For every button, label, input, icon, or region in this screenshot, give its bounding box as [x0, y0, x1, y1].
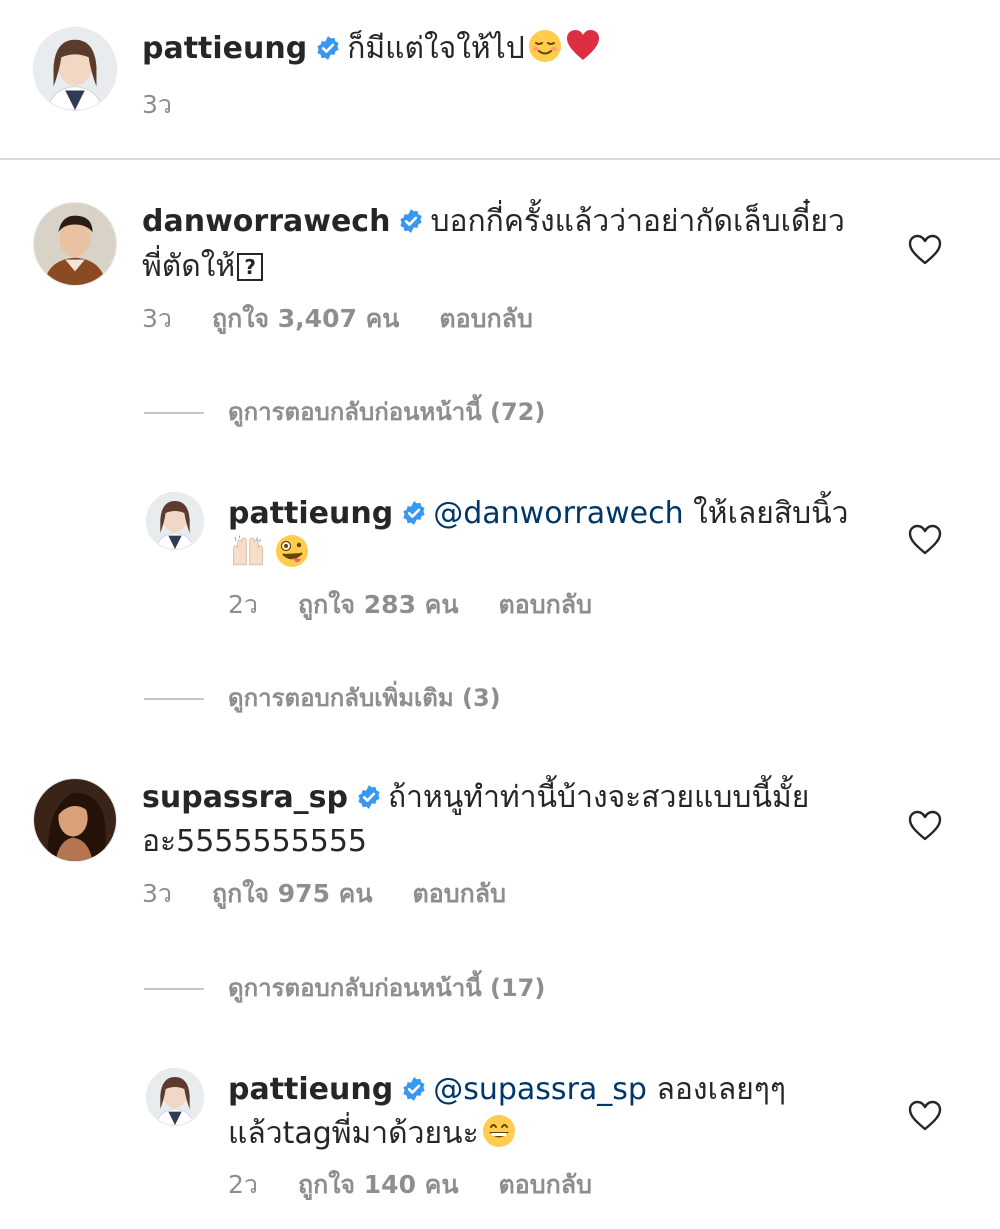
reply-1-meta: 2ว ถูกใจ 283 คน ตอบกลับ: [228, 588, 632, 622]
comment-1-reply-button[interactable]: ตอบกลับ: [439, 302, 532, 336]
reply-2-time: 2ว: [228, 1170, 258, 1199]
reply-2-line-1: pattieung @supassra_sp ลองเลยๆๆ: [228, 1068, 786, 1112]
reply-dash: [144, 698, 204, 700]
caption-line: pattieung ก็มีแต่ใจให้ไป: [142, 27, 601, 71]
red-heart-emoji-icon: [565, 28, 601, 64]
reply-2-username[interactable]: pattieung: [228, 1072, 393, 1107]
comment-1-text-line-1: บอกกี่ครั้งแล้วว่าอย่ากัดเล็บเดี๋ยว: [430, 204, 845, 239]
comment-2-reply-button[interactable]: ตอบกลับ: [413, 877, 506, 911]
avatar-danworrawech[interactable]: [33, 202, 117, 286]
view-replies-label: ดูการตอบกลับก่อนหน้านี้ (72): [228, 398, 546, 426]
reply-2-meta: 2ว ถูกใจ 140 คน ตอบกลับ: [228, 1168, 632, 1202]
verified-badge-icon: [356, 784, 382, 810]
comment-2-username[interactable]: supassra_sp: [142, 780, 348, 815]
reply-2-likes[interactable]: ถูกใจ 140 คน: [298, 1168, 459, 1202]
relieved-face-emoji-icon: [527, 28, 563, 64]
comment-1-view-more-replies[interactable]: ดูการตอบกลับเพิ่มเติม (3): [144, 681, 501, 715]
unsupported-glyph-icon: ?: [237, 253, 264, 281]
view-replies-label: ดูการตอบกลับเพิ่มเติม (3): [228, 684, 501, 712]
comment-2-meta: 3ว ถูกใจ 975 คน ตอบกลับ: [142, 877, 546, 911]
comment-2-line-2: อะ5555555555: [142, 820, 367, 864]
reply-1-time: 2ว: [228, 590, 258, 619]
grinning-face-emoji-icon: [481, 1113, 517, 1149]
avatar-supassra_sp[interactable]: [33, 778, 117, 862]
heart-outline-icon[interactable]: [908, 234, 942, 266]
caption-meta: 3ว: [142, 88, 212, 122]
verified-badge-icon: [401, 1076, 427, 1102]
reply-2-mention[interactable]: @supassra_sp: [433, 1072, 647, 1107]
reply-1-likes[interactable]: ถูกใจ 283 คน: [298, 588, 459, 622]
reply-2-text-line-2: แล้วtagพี่มาด้วยนะ: [228, 1116, 479, 1151]
caption-text: ก็มีแต่ใจให้ไป: [347, 31, 525, 66]
reply-2-reply-button[interactable]: ตอบกลับ: [499, 1168, 592, 1202]
reply-dash: [144, 412, 204, 414]
comment-2-text-line-1: ถ้าหนูทำท่านี้บ้างจะสวยแบบนี้มั้ย: [388, 780, 810, 815]
reply-1-mention[interactable]: @danworrawech: [433, 496, 683, 531]
comment-1-line-1: danworrawech บอกกี่ครั้งแล้วว่าอย่ากัดเล็…: [142, 200, 845, 244]
reply-1-reply-button[interactable]: ตอบกลับ: [499, 588, 592, 622]
verified-badge-icon: [398, 208, 424, 234]
heart-outline-icon[interactable]: [908, 810, 942, 842]
comment-1-likes[interactable]: ถูกใจ 3,407 คน: [212, 302, 399, 336]
caption-divider: [0, 158, 1000, 160]
comment-2-line-1: supassra_sp ถ้าหนูทำท่านี้บ้างจะสวยแบบนี้…: [142, 776, 809, 820]
reply-2-line-2: แล้วtagพี่มาด้วยนะ: [228, 1112, 517, 1156]
comment-1-text-line-2: พี่ตัดให้: [142, 249, 236, 284]
comment-2-likes[interactable]: ถูกใจ 975 คน: [212, 877, 373, 911]
comment-1-username[interactable]: danworrawech: [142, 204, 390, 239]
caption-time: 3ว: [142, 90, 172, 119]
avatar-pattieung-reply-2[interactable]: [146, 1068, 204, 1126]
comment-1-time: 3ว: [142, 304, 172, 333]
reply-1-username[interactable]: pattieung: [228, 496, 393, 531]
reply-2-text-line-1: ลองเลยๆๆ: [656, 1072, 787, 1107]
raising-hands-emoji-icon: [230, 533, 272, 569]
comment-1-line-2: พี่ตัดให้?: [142, 245, 264, 289]
heart-outline-icon[interactable]: [908, 1100, 942, 1132]
zany-face-emoji-icon: [274, 533, 310, 569]
avatar-pattieung-caption[interactable]: [33, 27, 117, 111]
comment-2-view-previous-replies[interactable]: ดูการตอบกลับก่อนหน้านี้ (17): [144, 971, 545, 1005]
comment-1-view-previous-replies[interactable]: ดูการตอบกลับก่อนหน้านี้ (72): [144, 395, 545, 429]
view-replies-label: ดูการตอบกลับก่อนหน้านี้ (17): [228, 974, 546, 1002]
comment-1-meta: 3ว ถูกใจ 3,407 คน ตอบกลับ: [142, 302, 573, 336]
verified-badge-icon: [401, 500, 427, 526]
reply-dash: [144, 988, 204, 990]
comment-2-text-line-2: อะ5555555555: [142, 824, 367, 859]
reply-1-line-1: pattieung @danworrawech ให้เลยสิบนิ้ว: [228, 492, 849, 536]
heart-outline-icon[interactable]: [908, 524, 942, 556]
reply-1-line-2: [228, 532, 310, 576]
reply-1-text: ให้เลยสิบนิ้ว: [693, 496, 849, 531]
caption-username[interactable]: pattieung: [142, 31, 307, 66]
verified-badge-icon: [315, 35, 341, 61]
avatar-pattieung-reply-1[interactable]: [146, 492, 204, 550]
comment-2-time: 3ว: [142, 879, 172, 908]
